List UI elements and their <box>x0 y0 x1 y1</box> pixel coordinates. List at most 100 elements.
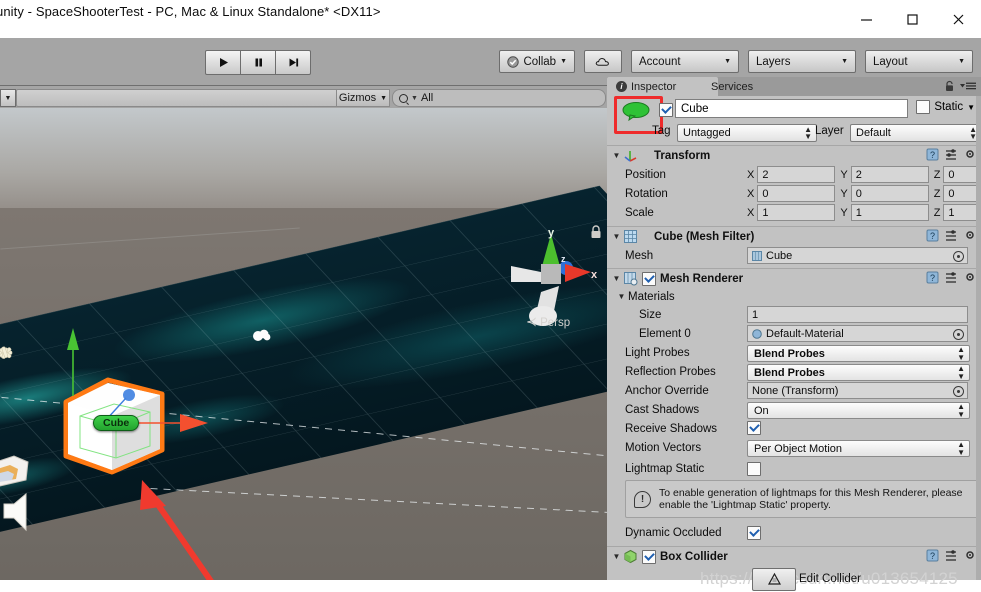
vector3-field: X0 Y0 Z0 <box>747 185 981 202</box>
chevron-down-icon: ▼ <box>380 94 388 102</box>
layers-button[interactable]: Layers ▼ <box>748 50 856 73</box>
svg-text:x: x <box>591 269 598 281</box>
cloud-button[interactable] <box>584 50 622 73</box>
light-probes-dropdown[interactable]: Blend Probes ▲ ▼ <box>747 345 970 362</box>
component-header[interactable]: ▼ Box Collider ? <box>607 547 981 566</box>
chevron-down-icon[interactable]: ▼ <box>967 103 975 112</box>
mesh-object-field[interactable]: Cube <box>747 247 968 264</box>
scene-view-toolbar: ▼ Gizmos ▼ ▼ All <box>0 86 607 109</box>
svg-text:?: ? <box>930 551 935 561</box>
lock-icon[interactable] <box>944 80 955 92</box>
window-title: unity - SpaceShooterTest - PC, Mac & Lin… <box>0 4 381 19</box>
chevron-down-icon: ▼ <box>841 58 848 65</box>
scale-y-input[interactable]: 1 <box>850 204 929 221</box>
rotation-y-input[interactable]: 0 <box>850 185 929 202</box>
preset-icon[interactable] <box>945 148 958 161</box>
help-icon[interactable]: ? <box>926 549 939 562</box>
scale-x-input[interactable]: 1 <box>757 204 836 221</box>
object-picker-icon[interactable] <box>953 329 964 340</box>
component-header[interactable]: ▼ Cube (Mesh Filter) ? <box>607 227 981 246</box>
mesh-renderer-enabled-checkbox[interactable] <box>642 271 656 286</box>
layout-button[interactable]: Layout ▼ <box>865 50 973 73</box>
chevron-down-icon: ▼ <box>958 58 965 65</box>
camera-gizmo-icon[interactable] <box>0 446 40 492</box>
layer-label: Layer <box>815 125 844 137</box>
motion-vectors-dropdown[interactable]: Per Object Motion ▲ ▼ <box>747 440 970 457</box>
play-button[interactable] <box>205 50 241 75</box>
minimize-icon[interactable] <box>843 0 889 38</box>
dynamic-occluded-checkbox[interactable] <box>747 526 761 540</box>
component-header[interactable]: ▼ Mesh Renderer ? <box>607 269 981 288</box>
row-label: Reflection Probes <box>625 365 716 378</box>
foldout-icon[interactable]: ▼ <box>615 292 628 301</box>
help-icon[interactable]: ? <box>926 148 939 161</box>
object-picker-icon[interactable] <box>953 251 964 262</box>
help-icon[interactable]: ? <box>926 229 939 242</box>
scene-viewport[interactable]: Cube y z x ≺ Persp <box>0 108 607 580</box>
inspector-tab-tools <box>944 80 976 92</box>
scene-lock-icon[interactable] <box>589 224 603 240</box>
maximize-icon[interactable] <box>889 0 935 38</box>
step-button[interactable] <box>275 50 311 75</box>
chevron-down-icon: ▼ <box>560 58 567 65</box>
light-gizmo-icon[interactable] <box>0 336 26 370</box>
anchor-override-field[interactable]: None (Transform) <box>747 382 968 399</box>
static-toggle-group[interactable]: Static ▼ <box>916 100 975 114</box>
position-x-input[interactable]: 2 <box>757 166 836 183</box>
static-checkbox[interactable] <box>916 100 931 114</box>
box-collider-enabled-checkbox[interactable] <box>642 549 656 564</box>
lightmap-static-checkbox[interactable] <box>747 462 761 476</box>
position-y-input[interactable]: 2 <box>850 166 929 183</box>
tag-dropdown[interactable]: Untagged ▲ ▼ <box>677 124 817 142</box>
tab-services-label: Services <box>711 80 754 93</box>
gizmos-dropdown[interactable]: Gizmos ▼ <box>336 89 390 107</box>
component-tools: ? <box>926 549 977 562</box>
materials-foldout-row[interactable]: ▼ Materials <box>607 288 981 305</box>
account-button[interactable]: Account ▼ <box>631 50 739 73</box>
hamburger-menu-icon[interactable] <box>960 81 976 91</box>
object-picker-icon[interactable] <box>953 386 964 397</box>
row-label: Rotation <box>625 187 668 200</box>
audio-listener-gizmo-icon[interactable] <box>2 490 42 536</box>
tab-services[interactable]: Services <box>702 77 762 96</box>
foldout-icon[interactable]: ▼ <box>610 151 623 160</box>
motion-vectors-row: Motion Vectors Per Object Motion ▲ ▼ <box>607 438 981 457</box>
materials-size-input[interactable]: 1 <box>747 306 968 323</box>
foldout-icon[interactable]: ▼ <box>610 552 623 561</box>
component-header[interactable]: ▼ Transform ? <box>607 146 981 165</box>
vector3-field: X2 Y2 Z0 <box>747 166 981 183</box>
layer-dropdown[interactable]: Default ▲ ▼ <box>850 124 981 142</box>
account-label: Account <box>639 55 681 68</box>
transform-rotation-row: Rotation X0 Y0 Z0 <box>607 184 981 203</box>
reflection-probes-dropdown[interactable]: Blend Probes ▲ ▼ <box>747 364 970 381</box>
move-gizmo-y-axis[interactable] <box>58 328 88 398</box>
receive-shadows-checkbox[interactable] <box>747 421 761 435</box>
prefab-icon[interactable] <box>617 98 655 124</box>
rotation-x-input[interactable]: 0 <box>757 185 836 202</box>
preset-icon[interactable] <box>945 271 958 284</box>
inspector-scrollbar[interactable] <box>976 96 981 580</box>
tab-inspector-label: Inspector <box>631 80 677 93</box>
scene-projection-label: ≺ Persp <box>526 314 571 329</box>
mesh-row: Mesh Cube <box>607 246 981 265</box>
close-icon[interactable] <box>935 0 981 38</box>
collab-button[interactable]: Collab ▼ <box>499 50 575 73</box>
particle-gizmo-icon[interactable] <box>250 327 274 343</box>
scene-search-input[interactable]: ▼ All <box>392 89 606 107</box>
preset-icon[interactable] <box>945 549 958 562</box>
scene-object-label[interactable]: Cube <box>93 415 140 431</box>
cast-shadows-value: On <box>754 404 769 417</box>
scene-dropdown-icon[interactable]: ▼ <box>0 89 16 107</box>
object-name-input[interactable]: Cube <box>675 99 908 118</box>
stepper-icon: ▲ ▼ <box>957 402 965 419</box>
object-enabled-checkbox[interactable] <box>659 103 673 117</box>
material-object-field[interactable]: Default-Material <box>747 325 968 342</box>
help-icon[interactable]: ? <box>926 271 939 284</box>
preset-icon[interactable] <box>945 229 958 242</box>
foldout-icon[interactable]: ▼ <box>610 232 623 241</box>
cast-shadows-dropdown[interactable]: On ▲ ▼ <box>747 402 970 419</box>
transform-scale-row: Scale X1 Y1 Z1 <box>607 203 981 222</box>
row-label: Position <box>625 168 666 181</box>
pause-button[interactable] <box>240 50 276 75</box>
foldout-icon[interactable]: ▼ <box>610 274 623 283</box>
